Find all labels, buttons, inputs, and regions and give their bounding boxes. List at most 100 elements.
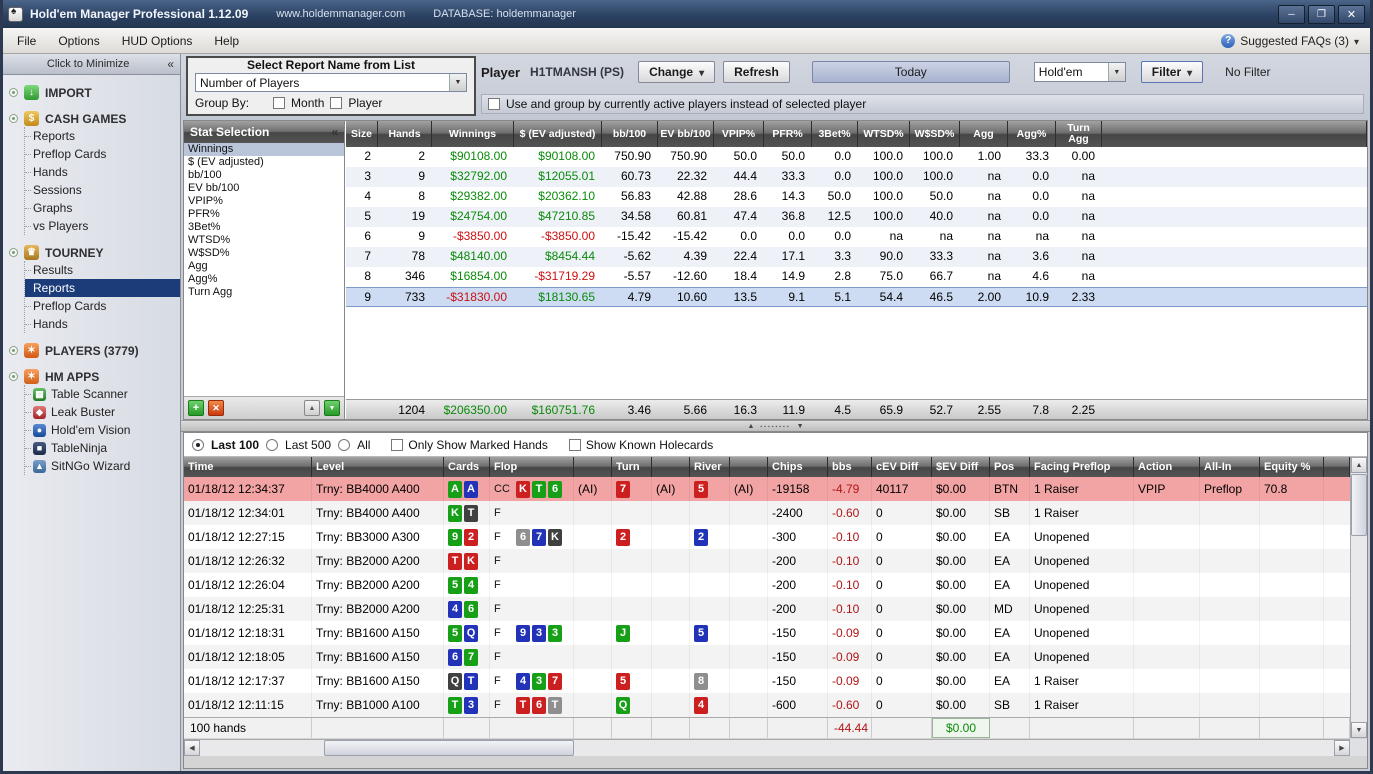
- stat-option-turn-agg[interactable]: Turn Agg: [184, 286, 344, 299]
- suggested-faqs-button[interactable]: Suggested FAQs (3): [1221, 33, 1367, 48]
- maximize-window-icon[interactable]: [1308, 4, 1335, 24]
- stat-option-3bet[interactable]: 3Bet%: [184, 221, 344, 234]
- expander-icon[interactable]: [9, 88, 18, 97]
- scroll-left-icon[interactable]: [184, 740, 200, 756]
- menu-options[interactable]: Options: [47, 30, 110, 52]
- panel-splitter[interactable]: [181, 420, 1370, 432]
- stats-col-winnings[interactable]: Winnings: [432, 121, 514, 147]
- sidebar-item-vs-players[interactable]: vs Players: [25, 217, 180, 235]
- sidebar-section-header-import[interactable]: IMPORT: [3, 84, 180, 101]
- hands-col-action[interactable]: Action: [1134, 457, 1200, 477]
- stats-col-ev-adjusted[interactable]: $ (EV adjusted): [514, 121, 602, 147]
- stats-row[interactable]: 4 8 $29382.00 $20362.10 56.83 42.88 28.6 14.3 50…: [346, 187, 1367, 207]
- expander-icon[interactable]: [9, 346, 18, 355]
- collapse-left-icon[interactable]: [331, 125, 338, 139]
- game-type-dropdown[interactable]: Hold'em: [1033, 62, 1126, 82]
- stats-col-turn-agg[interactable]: Turn Agg: [1056, 121, 1102, 147]
- sidebar-item-results[interactable]: Results: [25, 261, 180, 279]
- stat-option-agg[interactable]: Agg: [184, 260, 344, 273]
- hands-col-level[interactable]: Level: [312, 457, 444, 477]
- hands-col-chips[interactable]: Chips: [768, 457, 828, 477]
- stats-col-size[interactable]: Size: [346, 121, 378, 147]
- stats-col-vpip[interactable]: VPIP%: [714, 121, 764, 147]
- stats-row[interactable]: 7 78 $48140.00 $8454.44 -5.62 4.39 22.4 17.1 3.3…: [346, 247, 1367, 267]
- stat-option-ev-adjusted[interactable]: $ (EV adjusted): [184, 156, 344, 169]
- refresh-button[interactable]: Refresh: [723, 61, 790, 83]
- move-stat-up-button[interactable]: [304, 400, 320, 416]
- sidebar-section-header-players-3779[interactable]: PLAYERS (3779): [3, 342, 180, 359]
- sidebar-item-hold-em-vision[interactable]: Hold'em Vision: [25, 421, 180, 439]
- stats-row[interactable]: 3 9 $32792.00 $12055.01 60.73 22.32 44.4 33.3 0.…: [346, 167, 1367, 187]
- hands-col-time[interactable]: Time: [184, 457, 312, 477]
- splitter-down-icon[interactable]: [797, 423, 804, 430]
- hands-col-ai-6[interactable]: [652, 457, 690, 477]
- stats-col-agg[interactable]: Agg: [960, 121, 1008, 147]
- sidebar-item-sitngo-wizard[interactable]: SitNGo Wizard: [25, 457, 180, 475]
- sidebar-item-sessions[interactable]: Sessions: [25, 181, 180, 199]
- hands-col-all-in[interactable]: All-In: [1200, 457, 1260, 477]
- sidebar-item-graphs[interactable]: Graphs: [25, 199, 180, 217]
- hands-row[interactable]: 01/18/12 12:25:31 Trny: BB2000 A200 4 6 F -20…: [184, 597, 1350, 621]
- stat-option-agg[interactable]: Agg%: [184, 273, 344, 286]
- hands-col-facing-preflop[interactable]: Facing Preflop: [1030, 457, 1134, 477]
- stats-col-3bet[interactable]: 3Bet%: [812, 121, 858, 147]
- hands-row[interactable]: 01/18/12 12:26:32 Trny: BB2000 A200 T K F -20…: [184, 549, 1350, 573]
- stats-col-pfr[interactable]: PFR%: [764, 121, 812, 147]
- hands-col-ai-8[interactable]: [730, 457, 768, 477]
- stat-option-bb-100[interactable]: bb/100: [184, 169, 344, 182]
- stats-row[interactable]: 2 2 $90108.00 $90108.00 750.90 750.90 50.0 50.0…: [346, 147, 1367, 167]
- radio-last-500[interactable]: [266, 438, 279, 451]
- stat-option-ev-bb-100[interactable]: EV bb/100: [184, 182, 344, 195]
- add-stat-button[interactable]: [188, 400, 204, 416]
- sidebar-item-reports[interactable]: Reports: [25, 127, 180, 145]
- hands-row[interactable]: 01/18/12 12:34:37 Trny: BB4000 A400 A A CC K T…: [184, 477, 1350, 501]
- sidebar-item-preflop-cards[interactable]: Preflop Cards: [25, 297, 180, 315]
- scroll-right-icon[interactable]: [1334, 740, 1350, 756]
- sidebar-item-preflop-cards[interactable]: Preflop Cards: [25, 145, 180, 163]
- stats-row[interactable]: 9 733 -$31830.00 $18130.65 4.79 10.60 13.5 9.1 5…: [346, 287, 1367, 307]
- active-players-checkbox[interactable]: [488, 98, 500, 110]
- today-button[interactable]: Today: [811, 61, 1010, 83]
- menu-help[interactable]: Help: [203, 30, 250, 52]
- move-stat-down-button[interactable]: [324, 400, 340, 416]
- horizontal-scrollbar[interactable]: [184, 739, 1350, 756]
- menu-hud-options[interactable]: HUD Options: [111, 30, 204, 52]
- sidebar-section-header-tourney[interactable]: TOURNEY: [3, 244, 180, 261]
- sidebar-item-hands[interactable]: Hands: [25, 315, 180, 333]
- sidebar-item-reports[interactable]: Reports: [25, 279, 180, 297]
- stats-row[interactable]: 6 9 -$3850.00 -$3850.00 -15.42 -15.42 0.0 0.0 0.…: [346, 227, 1367, 247]
- stat-option-w-sd[interactable]: W$SD%: [184, 247, 344, 260]
- minimize-window-icon[interactable]: [1278, 4, 1305, 24]
- stats-col-bb-100[interactable]: bb/100: [602, 121, 658, 147]
- hands-col-flop[interactable]: Flop: [490, 457, 574, 477]
- vertical-scrollbar[interactable]: [1350, 457, 1367, 738]
- sidebar-item-tableninja[interactable]: TableNinja: [25, 439, 180, 457]
- stats-col-hands[interactable]: Hands: [378, 121, 432, 147]
- hands-row[interactable]: 01/18/12 12:26:04 Trny: BB2000 A200 5 4 F -20…: [184, 573, 1350, 597]
- hands-col-cev-diff[interactable]: cEV Diff: [872, 457, 932, 477]
- remove-stat-button[interactable]: [208, 400, 224, 416]
- scrollbar-thumb[interactable]: [1351, 474, 1367, 536]
- scroll-up-icon[interactable]: [1351, 457, 1367, 473]
- stats-col-wtsd[interactable]: WTSD%: [858, 121, 910, 147]
- stat-option-vpip[interactable]: VPIP%: [184, 195, 344, 208]
- expander-icon[interactable]: [9, 372, 18, 381]
- minimize-sidebar-button[interactable]: Click to Minimize: [3, 54, 180, 75]
- scrollbar-thumb[interactable]: [324, 740, 574, 756]
- hands-col-equity[interactable]: Equity %: [1260, 457, 1324, 477]
- group-by-checkbox-player[interactable]: [330, 97, 343, 109]
- hands-col-ev-diff[interactable]: $EV Diff: [932, 457, 990, 477]
- checkbox-only-show-marked-hands[interactable]: [391, 438, 404, 451]
- hands-row[interactable]: 01/18/12 12:17:37 Trny: BB1600 A150 Q T F 4 3 7…: [184, 669, 1350, 693]
- hands-row[interactable]: 01/18/12 12:18:31 Trny: BB1600 A150 5 Q F 9 3 3…: [184, 621, 1350, 645]
- change-player-button[interactable]: Change: [638, 61, 716, 83]
- stat-option-winnings[interactable]: Winnings: [184, 143, 344, 156]
- splitter-up-icon[interactable]: [747, 423, 754, 430]
- sidebar-item-hands[interactable]: Hands: [25, 163, 180, 181]
- stats-row[interactable]: 8 346 $16854.00 -$31719.29 -5.57 -12.60 18.4 14…: [346, 267, 1367, 287]
- stats-col-agg[interactable]: Agg%: [1008, 121, 1056, 147]
- stats-col-w-sd[interactable]: W$SD%: [910, 121, 960, 147]
- sidebar-section-header-cash-games[interactable]: CASH GAMES: [3, 110, 180, 127]
- hands-col-river[interactable]: River: [690, 457, 730, 477]
- hands-col-cards[interactable]: Cards: [444, 457, 490, 477]
